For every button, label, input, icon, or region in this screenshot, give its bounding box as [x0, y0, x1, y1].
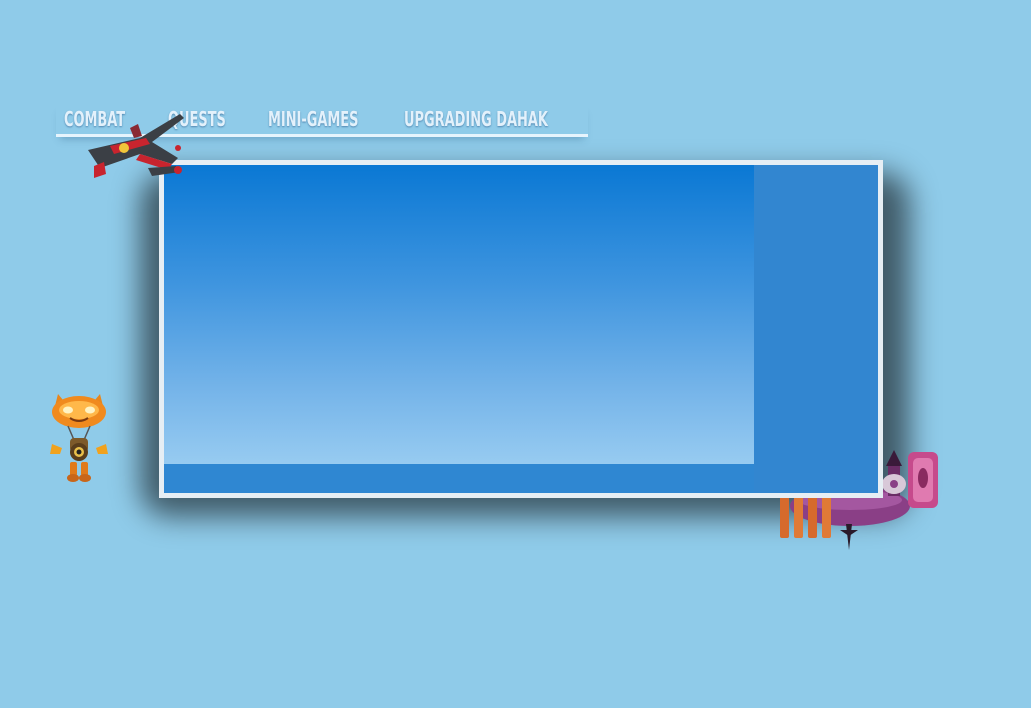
nav-upgrading-dahak[interactable]: UPGRADING DAHAK	[404, 104, 548, 134]
side-panel	[754, 165, 878, 493]
game-viewport[interactable]	[164, 165, 754, 464]
spaceship-icon	[88, 114, 184, 178]
main-panel	[159, 160, 883, 498]
nav-mini-games[interactable]: MINI-GAMES	[268, 104, 358, 134]
bottom-bar	[164, 464, 754, 493]
robot-cat-icon	[50, 394, 108, 482]
